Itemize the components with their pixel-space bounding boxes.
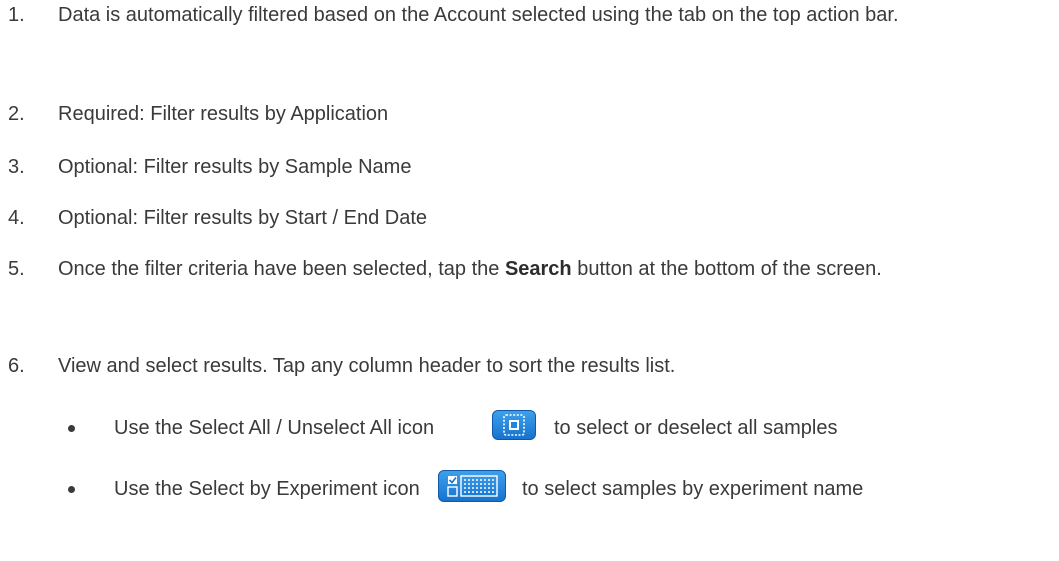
step-text-after: button at the bottom of the screen. (571, 258, 882, 280)
bullet-text-before: Use the Select All / Unselect All icon (114, 417, 435, 439)
step-number: 4. (8, 207, 25, 229)
select-all-icon (492, 410, 536, 440)
bullet-select-by-experiment: Use the Select by Experiment icon to sel… (0, 466, 1059, 561)
step-number: 3. (8, 156, 25, 178)
search-button-reference: Search (504, 258, 572, 280)
bullet-select-all: Use the Select All / Unselect All icon t… (0, 408, 1059, 448)
bullet-text-before: Use the Select by Experiment icon (114, 478, 420, 500)
step-3: 3. Optional: Filter results by Sample Na… (0, 154, 1059, 184)
step-number: 2. (8, 103, 25, 125)
step-5: 5. Once the filter criteria have been se… (0, 256, 1059, 316)
select-by-experiment-icon (438, 470, 506, 502)
bullet-text-after: to select or deselect all samples (554, 417, 838, 439)
step-text: View and select results. Tap any column … (58, 355, 676, 377)
bullet-dot (68, 486, 75, 493)
step-text: Optional: Filter results by Sample Name (58, 156, 412, 178)
step-text: Once the filter criteria have been selec… (58, 256, 1053, 282)
step-text: Required: Filter results by Application (58, 103, 389, 125)
step-text-before: Once the filter criteria have been selec… (58, 258, 505, 280)
step-1: 1. Data is automatically filtered based … (0, 2, 1059, 62)
step-text: Data is automatically filtered based on … (58, 4, 899, 26)
step-number: 1. (8, 4, 25, 26)
step-text: Optional: Filter results by Start / End … (58, 207, 428, 229)
step-4: 4. Optional: Filter results by Start / E… (0, 205, 1059, 235)
step-2: 2. Required: Filter results by Applicati… (0, 101, 1059, 131)
bullet-dot (68, 425, 75, 432)
step-number: 6. (8, 355, 25, 377)
bullet-text-after: to select samples by experiment name (522, 478, 864, 500)
step-6: 6. View and select results. Tap any colu… (0, 353, 1059, 383)
step-number: 5. (8, 258, 25, 280)
